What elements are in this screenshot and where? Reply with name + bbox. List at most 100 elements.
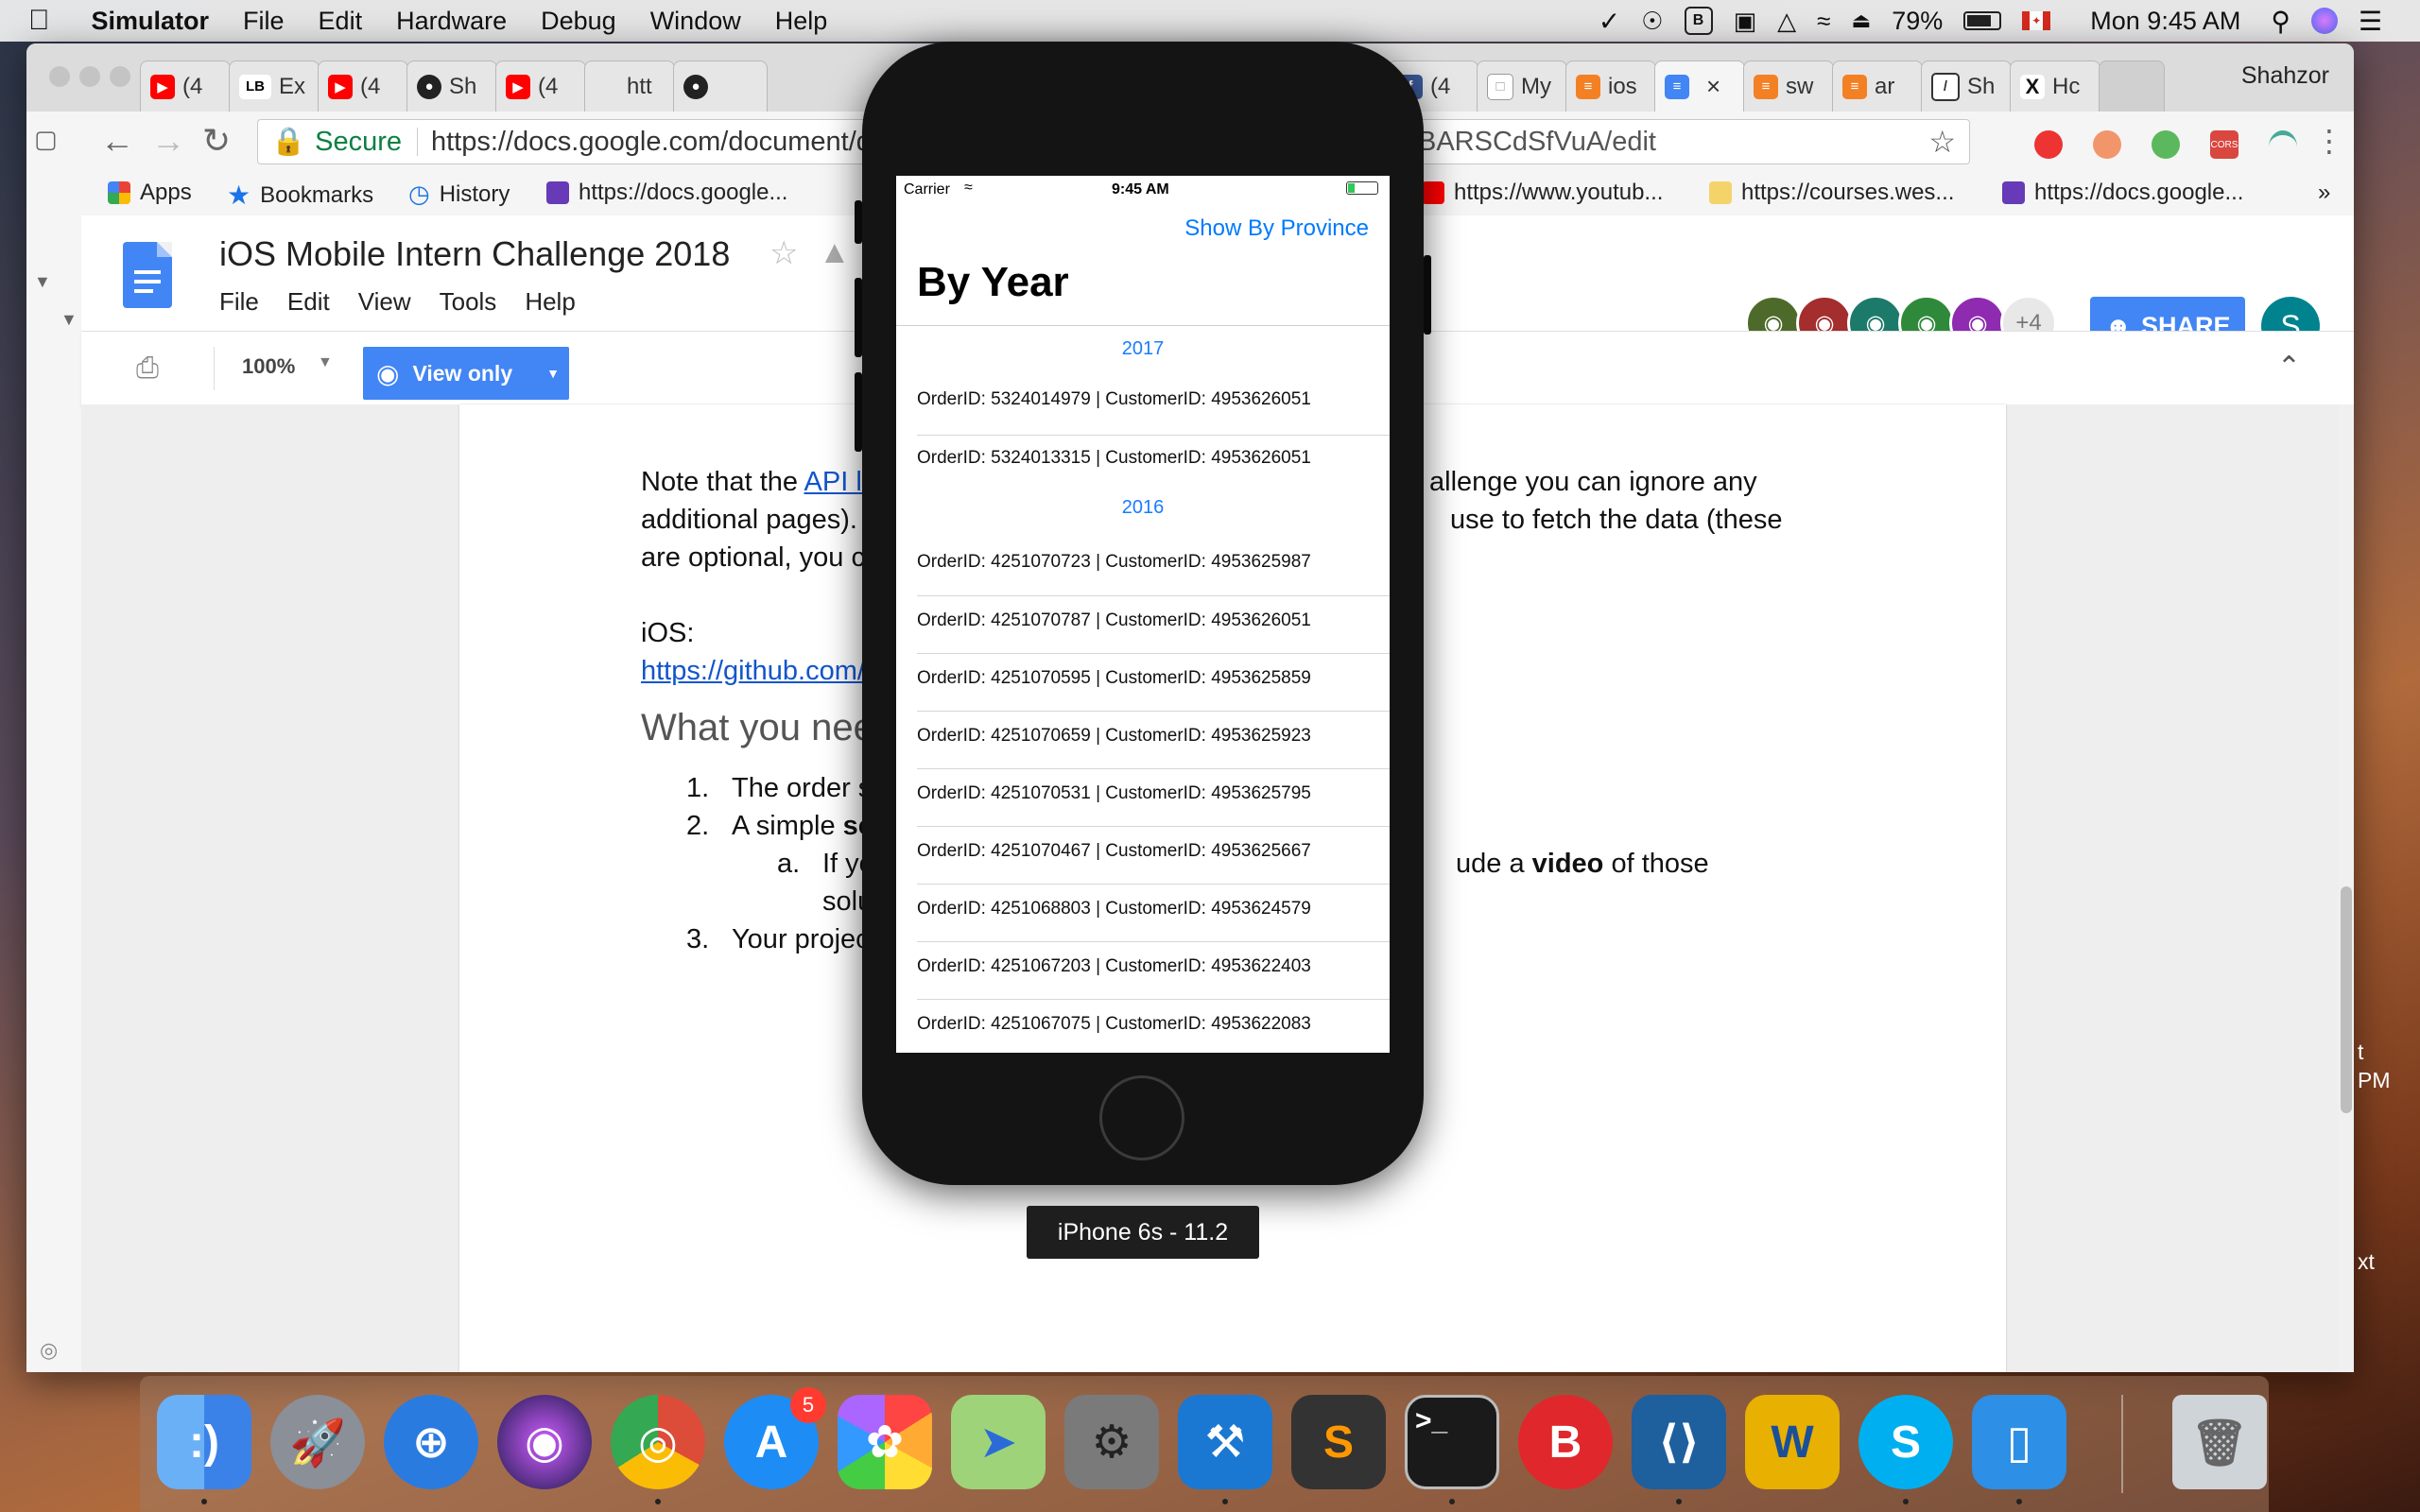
brave-icon[interactable]: B: [1518, 1395, 1613, 1489]
browser-tab[interactable]: ≡ ar: [1832, 60, 1923, 112]
docs-menu-file[interactable]: File: [219, 287, 259, 317]
apple-menu-icon[interactable]: : [28, 5, 50, 37]
star-document-icon[interactable]: ☆: [769, 234, 798, 272]
finder-icon[interactable]: :): [157, 1395, 251, 1489]
browser-tab[interactable]: LB Ex: [229, 60, 320, 112]
extension-check-icon[interactable]: [2152, 130, 2180, 159]
ios-github-link[interactable]: https://github.com/Al: [641, 656, 890, 686]
profile-name[interactable]: Shahzor: [2241, 62, 2329, 90]
menu-help[interactable]: Help: [775, 7, 828, 36]
forward-arrow-icon[interactable]: →: [151, 121, 185, 161]
document-scrollbar[interactable]: [2339, 404, 2354, 1372]
view-only-mode-button[interactable]: ◉ View only ▼: [363, 347, 569, 400]
menu-hardware[interactable]: Hardware: [396, 7, 507, 36]
volume-up-button[interactable]: [855, 278, 862, 357]
sublime-text-icon[interactable]: S: [1291, 1395, 1386, 1489]
collapse-triangle-icon[interactable]: ▼: [34, 272, 51, 292]
wifi-icon[interactable]: ≈: [1817, 7, 1830, 36]
browser-tab[interactable]: □ My: [1477, 60, 1567, 112]
zoom-caret-icon[interactable]: ▼: [318, 354, 333, 371]
sidebar-icon[interactable]: ▢: [34, 125, 58, 154]
input-source-flag-icon[interactable]: ✦: [2022, 11, 2051, 30]
close-window-button[interactable]: [49, 66, 70, 87]
system-preferences-icon[interactable]: ⚙: [1064, 1395, 1159, 1489]
menu-window[interactable]: Window: [650, 7, 741, 36]
menu-edit[interactable]: Edit: [319, 7, 363, 36]
menu-app-name[interactable]: Simulator: [92, 7, 210, 36]
extension-shield-icon[interactable]: [2093, 130, 2121, 159]
airplay-icon[interactable]: △: [1777, 7, 1796, 36]
browser-tab[interactable]: ≡ ios: [1565, 60, 1656, 112]
collapse-menus-chevron-icon[interactable]: ⌃: [2277, 351, 2301, 384]
show-by-province-button[interactable]: Show By Province: [1184, 215, 1369, 242]
bookmark-star-icon[interactable]: ☆: [1928, 124, 1956, 160]
home-button[interactable]: [1099, 1075, 1184, 1160]
explore-icon[interactable]: ◎: [40, 1338, 58, 1363]
scrollbar-thumb[interactable]: [2341, 886, 2352, 1113]
more-vert-icon[interactable]: ⋮: [2314, 123, 2344, 159]
table-row[interactable]: OrderID: 4251067075 | CustomerID: 495362…: [917, 1014, 1390, 1035]
browser-tab[interactable]: / Sh: [1921, 60, 2012, 112]
drive-folder-icon[interactable]: ▲: [819, 234, 851, 271]
table-row[interactable]: OrderID: 4251070787 | CustomerID: 495362…: [917, 610, 1390, 631]
browser-tab[interactable]: ● Sh: [406, 60, 497, 112]
docs-menu-edit[interactable]: Edit: [287, 287, 330, 317]
bookmark-history[interactable]: ◷ History: [408, 180, 510, 209]
browser-tab[interactable]: ≡ sw: [1743, 60, 1834, 112]
docs-menu-view[interactable]: View: [358, 287, 411, 317]
table-row[interactable]: OrderID: 4251070531 | CustomerID: 495362…: [917, 783, 1390, 804]
collapse-triangle-icon[interactable]: ▼: [60, 310, 78, 330]
menu-file[interactable]: File: [243, 7, 285, 36]
minimize-window-button[interactable]: [79, 66, 100, 87]
mute-switch[interactable]: [855, 200, 862, 244]
bookmark-docs-2[interactable]: https://docs.google...: [2002, 180, 2243, 206]
print-icon[interactable]: ⎙: [136, 352, 159, 385]
siri-icon[interactable]: ◉: [497, 1395, 592, 1489]
skype-icon[interactable]: S: [1858, 1395, 1953, 1489]
table-row[interactable]: OrderID: 4251068803 | CustomerID: 495362…: [917, 899, 1390, 919]
maps-icon[interactable]: ➤: [951, 1395, 1046, 1489]
volume-down-button[interactable]: [855, 372, 862, 452]
siri-icon[interactable]: [2310, 8, 2338, 34]
terminal-icon[interactable]: >_: [1405, 1395, 1499, 1489]
browser-tab[interactable]: ●: [673, 60, 768, 112]
table-row[interactable]: OrderID: 5324013315 | CustomerID: 495362…: [917, 448, 1390, 469]
trash-icon[interactable]: 🗑: [2172, 1395, 2267, 1489]
browser-tab[interactable]: htt: [584, 60, 675, 112]
table-row[interactable]: OrderID: 4251070595 | CustomerID: 495362…: [917, 668, 1390, 689]
browser-tab[interactable]: X Hc: [2010, 60, 2100, 112]
menu-clock[interactable]: Mon 9:45 AM: [2090, 7, 2240, 36]
vscode-icon[interactable]: ⟨⟩: [1632, 1395, 1726, 1489]
new-tab-button[interactable]: [2099, 60, 2165, 112]
wmail-icon[interactable]: W: [1745, 1395, 1840, 1489]
bookmark-bookmarks[interactable]: ★ Bookmarks: [227, 180, 373, 211]
simulator-icon[interactable]: ▯: [1972, 1395, 2066, 1489]
bookmark-youtube[interactable]: https://www.youtub...: [1422, 180, 1663, 206]
table-row[interactable]: OrderID: 4251070723 | CustomerID: 495362…: [917, 552, 1390, 573]
battery-icon[interactable]: [1963, 11, 2002, 30]
bookmark-apps[interactable]: Apps: [108, 180, 192, 206]
browser-tab[interactable]: ▶ (4: [318, 60, 408, 112]
bookmark-courses[interactable]: https://courses.wes...: [1709, 180, 1954, 206]
docs-menu-tools[interactable]: Tools: [440, 287, 497, 317]
google-docs-logo-icon[interactable]: [123, 242, 172, 308]
back-arrow-icon[interactable]: ←: [100, 121, 134, 161]
table-row[interactable]: OrderID: 4251067203 | CustomerID: 495362…: [917, 956, 1390, 977]
launchpad-icon[interactable]: 🚀: [270, 1395, 365, 1489]
bookmark-docs-1[interactable]: https://docs.google...: [546, 180, 787, 206]
bookmarks-overflow-button[interactable]: »: [2318, 180, 2330, 206]
zoom-select[interactable]: 100%: [242, 354, 295, 379]
eject-icon[interactable]: ⏏: [1851, 9, 1871, 33]
xcode-icon[interactable]: ⚒: [1178, 1395, 1272, 1489]
extension-cors-icon[interactable]: CORS: [2210, 130, 2238, 159]
spotlight-search-icon[interactable]: ⚲: [2271, 6, 2290, 37]
power-button[interactable]: [1424, 255, 1431, 335]
checkmark-status-icon[interactable]: ✓: [1599, 6, 1620, 37]
browser-tab[interactable]: ▶ (4: [140, 60, 231, 112]
table-row[interactable]: OrderID: 4251070467 | CustomerID: 495362…: [917, 841, 1390, 862]
shield-status-icon[interactable]: ☉: [1641, 7, 1663, 36]
table-row[interactable]: OrderID: 4251070659 | CustomerID: 495362…: [917, 726, 1390, 747]
chrome-icon[interactable]: ◎: [611, 1395, 705, 1489]
browser-tab[interactable]: ▶ (4: [495, 60, 586, 112]
app-store-icon[interactable]: A5: [724, 1387, 826, 1489]
